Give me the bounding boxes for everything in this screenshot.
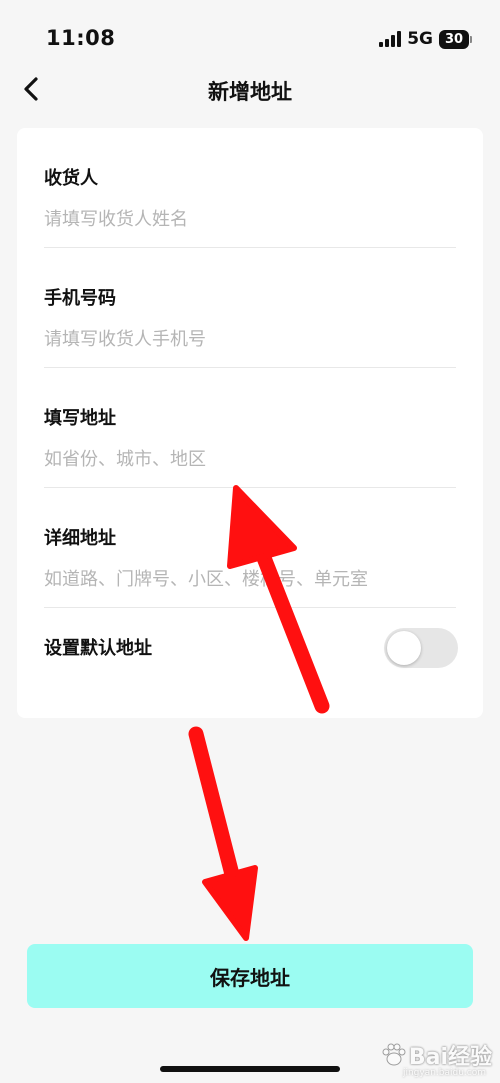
- field-detail-address: 详细地址: [44, 488, 456, 608]
- address-form-card: 收货人 手机号码 填写地址 详细地址 设置默认地址: [17, 128, 483, 718]
- battery-level: 30: [439, 29, 469, 49]
- default-address-toggle[interactable]: [384, 628, 458, 668]
- status-bar: 11:08 5G 30: [0, 0, 500, 70]
- watermark-text: Bai经验: [408, 1045, 492, 1070]
- signal-icon: [379, 31, 402, 47]
- field-label: 填写地址: [44, 408, 116, 429]
- paw-logo-icon: [382, 1043, 406, 1066]
- arrow-down-icon: [188, 726, 258, 941]
- status-time: 11:08: [46, 26, 116, 50]
- field-phone: 手机号码: [44, 248, 456, 368]
- battery-icon: 30: [439, 29, 472, 49]
- recipient-name-input[interactable]: [44, 206, 456, 232]
- watermark: Bai经验 jingyan.baidu.com: [381, 1030, 492, 1080]
- region-input[interactable]: [44, 446, 456, 472]
- field-region: 填写地址: [44, 368, 456, 488]
- watermark-sub: jingyan.baidu.com: [402, 1068, 486, 1078]
- network-type: 5G: [407, 29, 433, 49]
- field-recipient: 收货人: [44, 128, 456, 248]
- phone-number-input[interactable]: [44, 326, 456, 352]
- field-label: 详细地址: [44, 528, 116, 549]
- home-indicator: [160, 1066, 340, 1072]
- page-title: 新增地址: [208, 80, 292, 104]
- toggle-knob: [387, 631, 421, 665]
- nav-bar: 新增地址: [0, 64, 500, 114]
- default-address-label: 设置默认地址: [44, 638, 152, 659]
- detail-address-input[interactable]: [44, 566, 456, 592]
- save-address-button[interactable]: 保存地址: [27, 944, 473, 1008]
- field-label: 收货人: [44, 168, 98, 189]
- default-address-row: 设置默认地址: [44, 608, 458, 688]
- status-indicators: 5G 30: [379, 28, 472, 50]
- field-label: 手机号码: [44, 288, 116, 309]
